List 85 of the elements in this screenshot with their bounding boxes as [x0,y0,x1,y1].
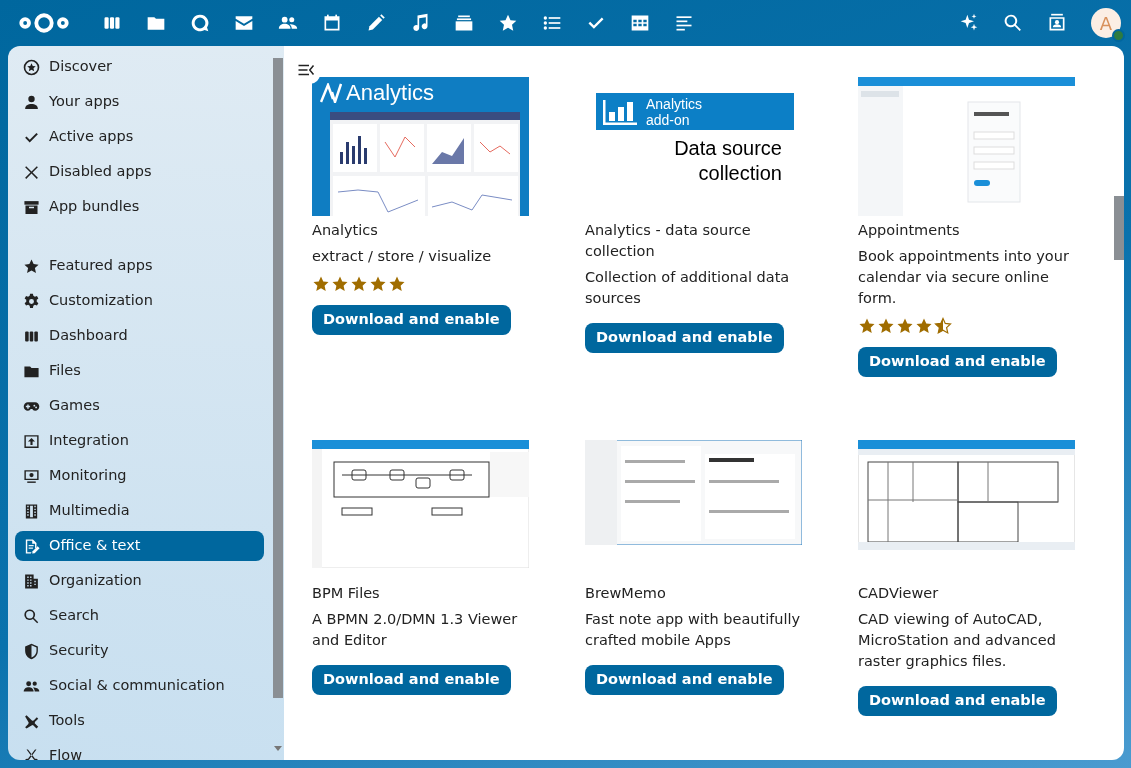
building-icon [23,572,40,590]
table-icon[interactable] [630,13,650,33]
stack-icon[interactable] [454,13,474,33]
sidebar-item[interactable]: Monitoring [15,461,264,491]
music-note-icon[interactable] [410,13,430,33]
sidebar-item[interactable]: Dashboard [15,321,264,351]
app-summary: CAD viewing of AutoCAD, MicroStation and advanced raster graphics files. [858,610,1057,671]
app-name[interactable]: BrewMemo [585,583,802,604]
download-enable-button[interactable]: Download and enable [312,305,511,335]
document-edit-icon [23,537,40,555]
sidebar-item[interactable]: Security [15,636,264,666]
sidebar-item[interactable]: Tools [15,706,264,736]
badge-text: add-on [646,111,690,128]
half-star-icon [934,317,952,335]
sidebar-item[interactable]: Integration [15,426,264,456]
star-icon [388,275,406,293]
person-icon [23,93,40,111]
search-icon [23,607,40,625]
app-summary: Fast note app with beautifully crafted mobile Apps [585,610,802,650]
upload-box-icon [23,432,40,450]
shield-icon [23,642,40,660]
download-enable-button[interactable]: Download and enable [585,323,784,353]
sidebar-item[interactable]: App bundles [15,192,264,222]
sidebar-item[interactable]: Discover [15,52,264,82]
star-icon[interactable] [498,13,518,33]
app-name[interactable]: Appointments [858,220,1075,241]
app-summary: Collection of additional data sources [585,268,791,308]
star-icon [896,317,914,335]
sidebar-item[interactable]: Your apps [15,87,264,117]
banner-caption: collection [697,161,782,186]
film-icon [23,502,40,520]
app-name[interactable]: BPM Files [312,583,529,604]
sidebar-item[interactable]: Active apps [15,122,264,152]
cloud-logo[interactable] [18,11,70,35]
close-icon [23,163,40,181]
sidebar-item[interactable]: Disabled apps [15,157,264,187]
tools-icon [23,712,40,730]
pencil-icon[interactable] [366,13,386,33]
list-icon[interactable] [542,13,562,33]
app-name[interactable]: Analytics [312,220,529,241]
settings-icon [23,292,40,310]
star-icon [312,275,330,293]
sidebar-item[interactable]: Search [15,601,264,631]
sidebar-item[interactable]: Office & text [15,531,264,561]
sidebar-item[interactable]: Files [15,356,264,386]
app-summary: extract / store / visualize [312,247,493,266]
download-enable-button[interactable]: Download and enable [585,665,784,695]
star-icon [915,317,933,335]
download-enable-button[interactable]: Download and enable [858,686,1057,716]
sidebar-item[interactable]: Multimedia [15,496,264,526]
download-enable-button[interactable]: Download and enable [858,347,1057,377]
star-icon [331,275,349,293]
scrollbar-thumb[interactable] [273,58,283,698]
chart-logo-icon [320,83,342,103]
banner-title: Analytics [346,79,435,107]
app-summary: Book appointments into your calendar via secure online form. [858,247,1070,308]
banner-caption: Data source [674,136,782,161]
monitor-icon [23,467,40,485]
search-icon[interactable] [1003,13,1023,33]
app-name[interactable]: CADViewer [858,583,1075,604]
mail-icon[interactable] [234,13,254,33]
scrollbar-thumb[interactable] [1114,196,1124,260]
sidebar-item[interactable]: Customization [15,286,264,316]
text-lines-icon[interactable] [674,13,694,33]
download-enable-button[interactable]: Download and enable [312,665,511,695]
calendar-icon[interactable] [322,13,342,33]
sidebar-item[interactable]: Social & communication [15,671,264,701]
star-icon [858,317,876,335]
app-summary: A BPMN 2.0/DMN 1.3 Viewer and Editor [312,610,519,650]
star-icon [877,317,895,335]
sidebar-item[interactable]: Featured apps [15,251,264,281]
contact-card-icon[interactable] [1047,13,1067,33]
scissors-icon [23,747,40,760]
badge-text: Analytics [646,95,703,112]
archive-icon [23,198,40,216]
star-icon [369,275,387,293]
sidebar-item[interactable]: Flow [15,741,264,760]
star-icon [23,257,40,275]
star-icon [350,275,368,293]
sidebar-item[interactable]: Organization [15,566,264,596]
chat-bubble-icon[interactable] [190,13,210,33]
sidebar-item[interactable]: Games [15,391,264,421]
bar-chart-icon [602,97,638,126]
app-name[interactable]: Analytics - data source collection [585,220,802,262]
compass-icon [23,58,40,76]
